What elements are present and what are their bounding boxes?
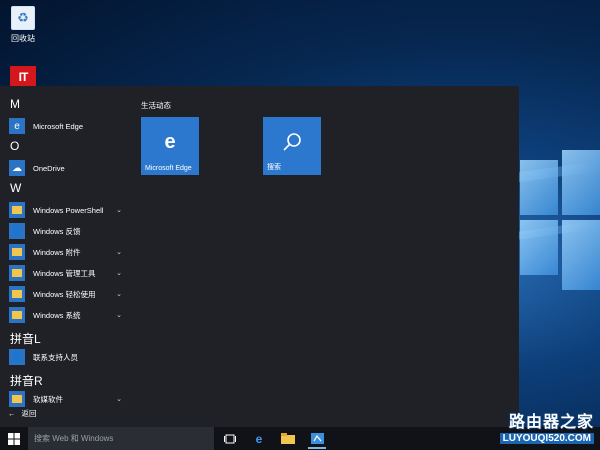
contact-support-icon: 👤 xyxy=(9,349,25,365)
app-item-label: Windows 系统 xyxy=(33,310,81,320)
windows-hero-logo xyxy=(520,150,600,310)
group-header-o[interactable]: O xyxy=(10,139,19,153)
folder-icon xyxy=(9,244,25,260)
start-menu: M e Microsoft Edge O ☁ OneDrive W Window… xyxy=(0,86,519,427)
chevron-down-icon[interactable]: ⌄ xyxy=(116,206,122,214)
chevron-down-icon[interactable]: ⌄ xyxy=(116,290,122,298)
chevron-down-icon[interactable]: ⌄ xyxy=(116,248,122,256)
group-header-pinyin-r[interactable]: 拼音R xyxy=(10,372,43,389)
folder-icon xyxy=(9,286,25,302)
app-item-windows-ease-of-access[interactable]: Windows 轻松使用 ⌄ xyxy=(0,284,130,304)
group-header-w[interactable]: W xyxy=(10,181,21,195)
app-item-windows-admin-tools[interactable]: Windows 管理工具 ⌄ xyxy=(0,263,130,283)
task-view-icon[interactable] xyxy=(221,430,239,447)
chevron-down-icon[interactable]: ⌄ xyxy=(116,395,122,403)
tile-label: 搜索 xyxy=(267,164,281,171)
file-explorer-icon[interactable] xyxy=(279,430,297,447)
chevron-down-icon[interactable]: ⌄ xyxy=(116,311,122,319)
app-item-contact-support[interactable]: 👤 联系支持人员 xyxy=(0,347,130,367)
folder-icon xyxy=(9,307,25,323)
app-item-label: OneDrive xyxy=(33,163,65,173)
edge-icon: e xyxy=(9,118,25,134)
app-item-microsoft-edge[interactable]: e Microsoft Edge xyxy=(0,116,130,136)
back-button[interactable]: ← 返回 xyxy=(8,408,37,419)
feedback-icon: 👤 xyxy=(9,223,25,239)
app-item-label: Windows 反馈 xyxy=(33,226,81,236)
tiles-group-title[interactable]: 生活动态 xyxy=(141,100,171,111)
group-header-m[interactable]: M xyxy=(10,97,20,111)
chevron-down-icon[interactable]: ⌄ xyxy=(116,269,122,277)
app-item-label: 软媒软件 xyxy=(33,394,63,404)
app-item-label: 联系支持人员 xyxy=(33,352,78,362)
start-button[interactable] xyxy=(0,427,28,450)
app-item-label: Windows 附件 xyxy=(33,247,81,257)
site-watermark: 路由器之家 LUYOUQI520.COM xyxy=(499,408,594,444)
app-item-ruanmei-software[interactable]: 软媒软件 ⌄ xyxy=(0,389,130,409)
app-item-label: Windows 轻松使用 xyxy=(33,289,96,299)
search-icon xyxy=(263,131,321,159)
back-label: 返回 xyxy=(21,409,37,418)
watermark-title: 路由器之家 xyxy=(508,414,594,431)
group-header-pinyin-l[interactable]: 拼音L xyxy=(10,330,41,347)
recycle-bin-label: 回收站 xyxy=(11,34,35,43)
app-item-windows-powershell[interactable]: Windows PowerShell ⌄ xyxy=(0,200,130,220)
folder-icon xyxy=(9,265,25,281)
recycle-bin-icon: ♻ xyxy=(11,6,35,30)
watermark-url: LUYOUQI520.COM xyxy=(499,433,594,444)
edge-icon: e xyxy=(164,131,176,153)
app-item-onedrive[interactable]: ☁ OneDrive xyxy=(0,158,130,178)
app-item-windows-system[interactable]: Windows 系统 ⌄ xyxy=(0,305,130,325)
app-item-windows-feedback[interactable]: 👤 Windows 反馈 xyxy=(0,221,130,241)
it-logo[interactable]: IT xyxy=(10,66,36,88)
back-arrow-icon: ← xyxy=(8,409,16,418)
recycle-bin-desktop-icon[interactable]: ♻ 回收站 xyxy=(8,6,38,44)
tile-label: Microsoft Edge xyxy=(145,165,192,172)
onedrive-icon: ☁ xyxy=(9,160,25,176)
tile-search[interactable]: 搜索 xyxy=(263,117,321,175)
store-icon[interactable] xyxy=(308,430,326,449)
folder-icon xyxy=(9,202,25,218)
app-item-label: Windows 管理工具 xyxy=(33,268,96,278)
app-list[interactable]: M e Microsoft Edge O ☁ OneDrive W Window… xyxy=(0,86,130,427)
tile-microsoft-edge[interactable]: e Microsoft Edge xyxy=(141,117,199,175)
taskbar-search-input[interactable]: 搜索 Web 和 Windows xyxy=(28,427,214,450)
app-item-label: Microsoft Edge xyxy=(33,121,84,131)
edge-taskbar-icon[interactable]: e xyxy=(250,430,268,447)
folder-icon xyxy=(9,391,25,407)
app-item-windows-accessories[interactable]: Windows 附件 ⌄ xyxy=(0,242,130,262)
app-item-label: Windows PowerShell xyxy=(33,205,104,215)
windows-logo-icon xyxy=(8,432,20,445)
